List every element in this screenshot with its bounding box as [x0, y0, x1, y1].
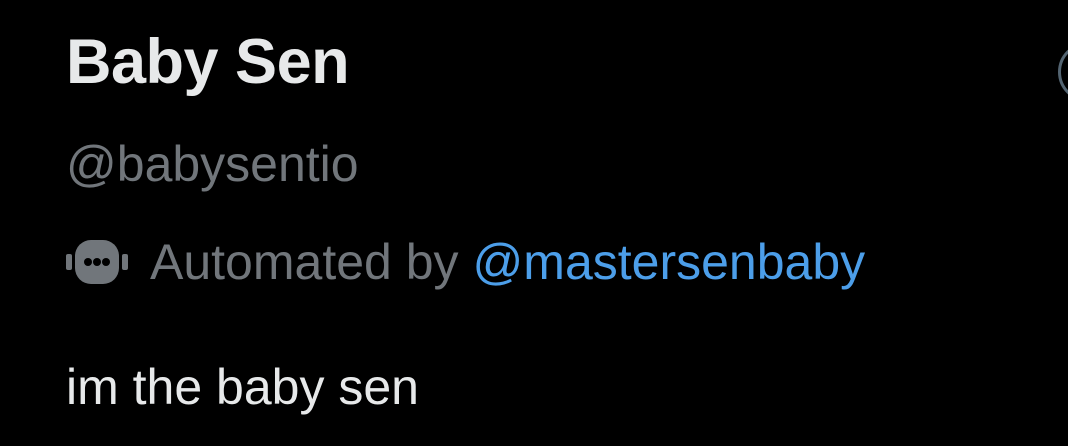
display-name: Baby Sen	[66, 27, 350, 97]
robot-icon	[66, 238, 128, 286]
automated-by-link[interactable]: @mastersenbaby	[473, 234, 866, 290]
profile-bio: im the baby sen	[66, 359, 419, 415]
profile-header: Baby Sen @babysentio Automated by @maste…	[66, 0, 1068, 446]
automated-by-label: Automated by	[150, 233, 459, 290]
user-handle: @babysentio	[66, 136, 359, 192]
automated-label-row: Automated by @mastersenbaby	[66, 230, 865, 294]
